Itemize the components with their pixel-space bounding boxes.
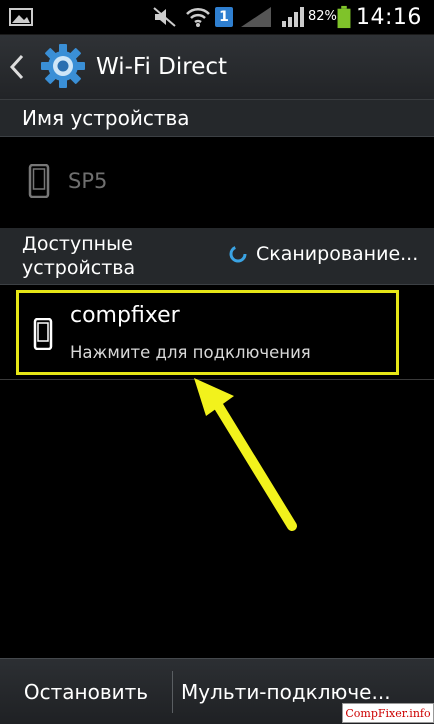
mute-icon <box>153 7 176 27</box>
notification-badge: 1 <box>219 9 229 25</box>
battery-icon <box>337 5 351 29</box>
watermark: CompFixer.info <box>342 703 434 723</box>
own-device-name: SP5 <box>68 169 108 193</box>
gear-icon[interactable] <box>40 43 86 89</box>
action-bar: Wi-Fi Direct <box>0 35 434 100</box>
own-device-item[interactable]: SP5 <box>0 137 434 227</box>
stop-button[interactable]: Остановить <box>0 659 172 724</box>
phone-icon <box>28 164 50 198</box>
scanning-spinner-icon <box>229 245 247 263</box>
image-icon <box>9 8 33 26</box>
available-devices-header: Доступные устройства Сканирование... <box>0 228 434 285</box>
battery-percent: 82% <box>308 9 337 24</box>
back-icon[interactable] <box>8 53 26 81</box>
no-signal-icon <box>241 7 271 27</box>
wifi-icon <box>186 7 210 27</box>
sim1-icon: 1 <box>215 7 233 27</box>
status-bar: 1 82% 14:16 <box>0 0 434 35</box>
page-title: Wi-Fi Direct <box>96 54 228 80</box>
scan-status: Сканирование... <box>256 243 419 265</box>
highlight-box <box>16 290 399 375</box>
clock: 14:16 <box>356 5 422 30</box>
device-name-header-label: Имя устройства <box>22 106 190 130</box>
available-devices-label: Доступные устройства <box>22 233 136 279</box>
device-name-header: Имя устройства <box>0 100 434 137</box>
signal-icon <box>282 7 304 27</box>
